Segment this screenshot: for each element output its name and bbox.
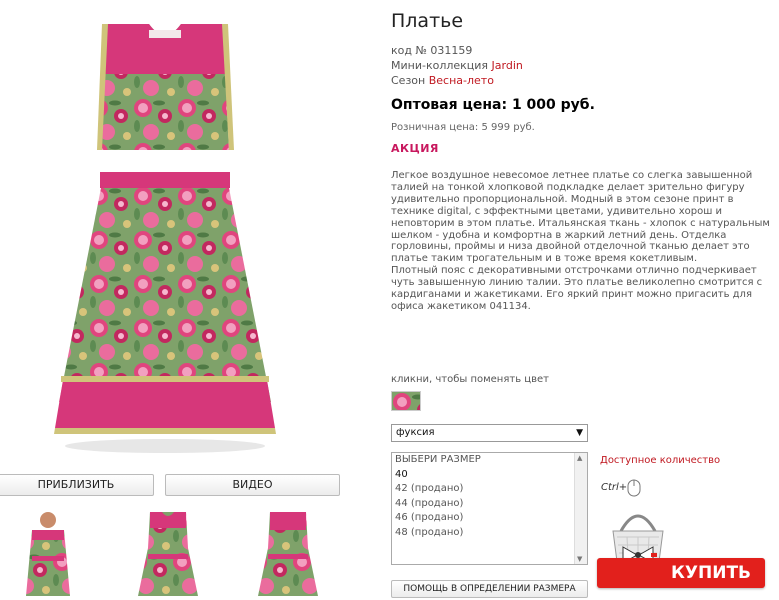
color-swatch-fuchsia[interactable]	[391, 391, 421, 411]
size-list-scrollbar[interactable]: ▲ ▼	[574, 453, 587, 564]
buy-button[interactable]: КУПИТЬ	[597, 558, 765, 588]
size-option[interactable]: 40	[392, 468, 587, 483]
scroll-up-icon[interactable]: ▲	[577, 454, 582, 462]
description-paragraph-1: Легкое воздушное невесомое летнее платье…	[391, 170, 770, 265]
size-option[interactable]: 46 (продано)	[392, 511, 587, 526]
size-help-button[interactable]: ПОМОЩЬ В ОПРЕДЕЛЕНИИ РАЗМЕРА	[391, 580, 588, 598]
scroll-down-icon[interactable]: ▼	[577, 555, 582, 563]
video-button[interactable]: ВИДЕО	[165, 474, 340, 496]
product-season: Сезон Весна-лето	[391, 74, 494, 87]
size-option[interactable]: 44 (продано)	[392, 497, 587, 512]
season-link[interactable]: Весна-лето	[429, 74, 494, 87]
product-code-label: код №	[391, 44, 431, 57]
promo-badge: АКЦИЯ	[391, 142, 439, 155]
color-hint: кликни, чтобы поменять цвет	[391, 374, 549, 385]
product-title: Платье	[391, 10, 464, 32]
size-option[interactable]: 48 (продано)	[392, 526, 587, 541]
size-listbox[interactable]: ВЫБЕРИ РАЗМЕР 40 42 (продано) 44 (продан…	[391, 452, 588, 565]
size-option[interactable]: 42 (продано)	[392, 482, 587, 497]
retail-price: Розничная цена: 5 999 руб.	[391, 122, 535, 133]
season-label: Сезон	[391, 74, 429, 87]
wholesale-price: Оптовая цена: 1 000 руб.	[391, 97, 595, 113]
product-main-photo[interactable]	[45, 10, 285, 460]
product-code-value: 031159	[430, 44, 473, 57]
mouse-icon	[627, 479, 641, 497]
color-select[interactable]: фуксия ▼	[391, 424, 588, 442]
zoom-button[interactable]: ПРИБЛИЗИТЬ	[0, 474, 154, 496]
product-description: Легкое воздушное невесомое летнее платье…	[391, 170, 776, 313]
availability-link[interactable]: Доступное количество	[600, 455, 720, 466]
thumbnail-front-view[interactable]	[128, 508, 208, 596]
color-select-value: фуксия	[396, 427, 435, 438]
product-code: код № 031159	[391, 44, 472, 57]
ctrl-click-hint: Ctrl+	[601, 482, 628, 493]
collection-link[interactable]: Jardin	[492, 59, 523, 72]
thumbnail-model-photo[interactable]	[8, 508, 88, 596]
collection-label: Мини-коллекция	[391, 59, 492, 72]
size-list-header: ВЫБЕРИ РАЗМЕР	[395, 454, 481, 465]
dropdown-arrow-icon: ▼	[576, 428, 583, 438]
description-paragraph-2: Плотный пояс с декоративными отстрочками…	[391, 265, 763, 312]
product-collection: Мини-коллекция Jardin	[391, 59, 523, 72]
thumbnail-back-view[interactable]	[248, 508, 328, 596]
